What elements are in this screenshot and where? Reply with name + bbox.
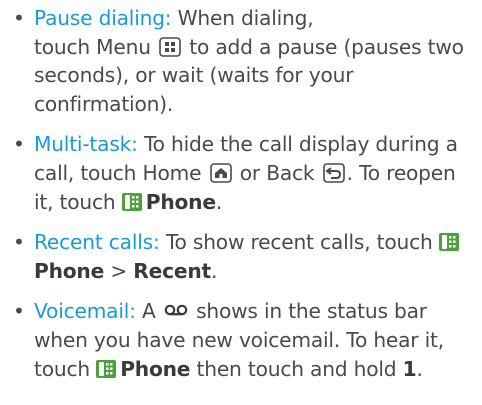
text: .	[416, 356, 423, 381]
bullet: •	[13, 6, 25, 30]
bullet: •	[13, 230, 25, 255]
voicemail-icon	[164, 305, 188, 316]
text: When dialing,	[177, 6, 314, 30]
bullet: •	[13, 299, 25, 324]
term-recent-calls: Recent calls:	[34, 230, 160, 255]
phone-label: Phone	[120, 356, 191, 381]
phone-label: Phone	[34, 258, 105, 283]
recent-label: Recent	[133, 258, 211, 283]
phone-app-icon	[438, 233, 459, 252]
term-multi-task: Multi-task:	[34, 132, 138, 157]
list-item-multi-task: • Multi-task: To hide the call display d…	[8, 130, 478, 216]
list-item-pause-dialing: • Pause dialing: When dialing, touch Men…	[8, 4, 478, 118]
list-item-recent-calls: • Recent calls: To show recent calls, to…	[8, 228, 478, 285]
text: A	[142, 299, 156, 324]
phone-label: Phone	[145, 189, 216, 214]
text: or Back	[239, 160, 315, 185]
menu-key-icon	[159, 36, 181, 57]
text: .	[210, 258, 218, 283]
tips-list: • Pause dialing: When dialing, touch Men…	[8, 4, 478, 383]
phone-app-icon	[96, 359, 117, 378]
text: >	[110, 258, 128, 283]
text: then touch and hold	[196, 356, 397, 381]
back-key-icon	[322, 163, 345, 183]
text: touch Menu	[34, 34, 151, 59]
phone-app-icon	[121, 192, 142, 211]
text: .	[215, 189, 223, 214]
text: To show recent calls, touch	[165, 230, 433, 255]
term-pause-dialing: Pause dialing:	[34, 6, 172, 30]
bullet: •	[13, 132, 25, 157]
home-key-icon	[209, 163, 232, 183]
list-item-voicemail: • Voicemail: A shows in the status bar w…	[8, 297, 478, 383]
key-one-label: 1	[402, 356, 417, 381]
term-voicemail: Voicemail:	[34, 299, 136, 324]
